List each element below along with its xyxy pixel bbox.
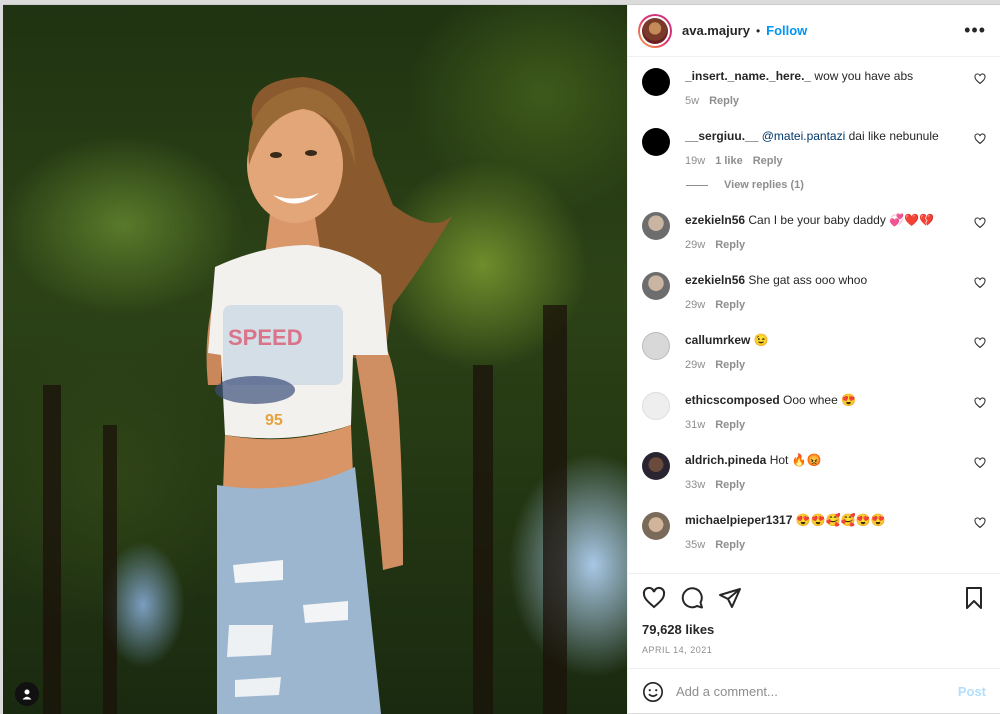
divider [686,184,708,186]
comment-username[interactable]: ethicscomposed [685,393,780,407]
reply-button[interactable]: Reply [715,539,745,551]
comment-avatar[interactable] [642,212,670,240]
comment-username[interactable]: callumrkew [685,333,750,347]
comment-item: __sergiuu.__ @matei.pantazi dai like neb… [642,125,986,167]
comment-text: Can I be your baby daddy 💞❤️💔 [748,213,934,227]
heart-icon[interactable] [974,337,986,349]
comment-avatar[interactable] [642,272,670,300]
comment-text: 😍😍🥰🥰😍😍 [795,513,886,527]
comment-item: callumrkew 😉 29w Reply [642,329,986,371]
post-actions: 79,628 likes APRIL 14, 2021 [628,573,1000,668]
comment-avatar[interactable] [642,68,670,96]
heart-icon[interactable] [974,517,986,529]
reply-button[interactable]: Reply [715,239,745,251]
share-icon[interactable] [718,586,742,610]
comment-avatar[interactable] [642,512,670,540]
comment-time[interactable]: 5w [685,95,699,107]
svg-text:SPEED: SPEED [228,325,303,350]
comment-item: ethicscomposed Ooo whee 😍 31w Reply [642,389,986,431]
comment-text: She gat ass ooo whoo [748,273,868,287]
comment-username[interactable]: __sergiuu.__ [685,129,758,143]
likes-count[interactable]: 79,628 likes [642,622,986,637]
comment-item: ezekieln56 Can I be your baby daddy 💞❤️💔… [642,209,986,251]
reply-button[interactable]: Reply [715,359,745,371]
comment-time[interactable]: 35w [685,539,705,551]
comment-time[interactable]: 19w [685,155,705,167]
post-sidebar: ava.majury • Follow ••• _insert._name._h… [627,5,1000,714]
comment-item: aldrich.pineda Hot 🔥😡 33w Reply [642,449,986,491]
comment-item: _insert._name._here._ wow you have abs 5… [642,65,986,107]
comment-time[interactable]: 31w [685,419,705,431]
comment-time[interactable]: 29w [685,239,705,251]
add-comment-bar: Post [628,668,1000,714]
reply-button[interactable]: Reply [715,299,745,311]
emoji-icon[interactable] [642,681,664,703]
heart-icon[interactable] [642,586,666,610]
heart-icon[interactable] [974,457,986,469]
author-username[interactable]: ava.majury [682,23,750,38]
comment-avatar[interactable] [642,128,670,156]
comment-text: Hot 🔥😡 [769,453,822,467]
comment-text: dai like nebunule [848,129,939,143]
user-tag-icon[interactable] [15,682,39,706]
comment-item: ezekieln56 She gat ass ooo whoo 29w Reply [642,269,986,311]
comment-username[interactable]: aldrich.pineda [685,453,766,467]
post-header: ava.majury • Follow ••• [628,5,1000,57]
reply-button[interactable]: Reply [715,479,745,491]
comment-time[interactable]: 29w [685,299,705,311]
avatar[interactable] [638,13,672,48]
svg-text:95: 95 [265,412,283,429]
comments-list[interactable]: _insert._name._here._ wow you have abs 5… [628,57,1000,573]
bookmark-icon[interactable] [962,586,986,610]
view-replies-label: View replies (1) [724,179,804,191]
post-dialog: SPEED 95 ava.majury • Follow ••• _insert… [3,4,1000,714]
reply-button[interactable]: Reply [715,419,745,431]
comment-avatar[interactable] [642,452,670,480]
heart-icon[interactable] [974,73,986,85]
comment-time[interactable]: 29w [685,359,705,371]
reply-button[interactable]: Reply [753,155,783,167]
comment-icon[interactable] [680,586,704,610]
comment-avatar[interactable] [642,392,670,420]
comment-text: 😉 [753,333,769,347]
view-replies-button[interactable]: View replies (1) [686,179,986,191]
post-date: APRIL 14, 2021 [642,645,713,655]
action-bar [642,584,986,612]
heart-icon[interactable] [974,217,986,229]
more-options-icon[interactable]: ••• [964,20,986,41]
comment-username[interactable]: michaelpieper1317 [685,513,792,527]
post-photo[interactable]: SPEED 95 [3,5,627,714]
comment-input[interactable] [676,684,958,699]
post-button[interactable]: Post [958,684,986,699]
comment-time[interactable]: 33w [685,479,705,491]
heart-icon[interactable] [974,133,986,145]
heart-icon[interactable] [974,277,986,289]
follow-button[interactable]: Follow [766,23,807,38]
comment-avatar[interactable] [642,332,670,360]
comment-text: Ooo whee 😍 [783,393,857,407]
comment-username[interactable]: ezekieln56 [685,273,745,287]
comment-likes[interactable]: 1 like [715,155,743,167]
separator-dot: • [755,23,761,38]
comment-username[interactable]: ezekieln56 [685,213,745,227]
comment-username[interactable]: _insert._name._here._ [685,69,811,83]
reply-button[interactable]: Reply [709,95,739,107]
comment-item: michaelpieper1317 😍😍🥰🥰😍😍 35w Reply [642,509,986,551]
heart-icon[interactable] [974,397,986,409]
person-figure: SPEED 95 [206,77,453,714]
comment-text: wow you have abs [814,69,914,83]
comment-mention[interactable]: @matei.pantazi [762,129,846,143]
